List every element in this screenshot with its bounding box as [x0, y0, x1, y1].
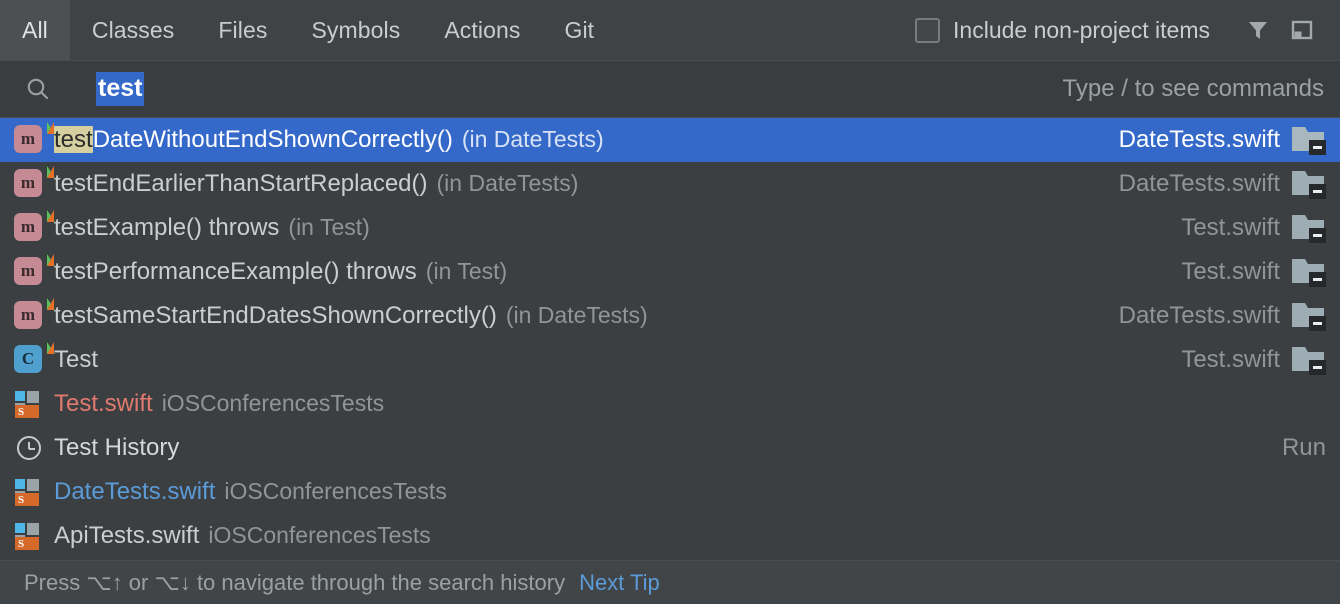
checkbox-box-icon[interactable]: [915, 18, 940, 43]
test-folder-icon: [1292, 257, 1326, 287]
history-row[interactable]: S DateTests.swift iOSConferencesTests: [0, 470, 1340, 514]
result-row-text: Test: [54, 346, 98, 374]
group-header-title: Test History: [54, 434, 179, 462]
swift-file-icon: S: [14, 389, 44, 419]
group-header-test-history: Test History Run: [0, 426, 1340, 470]
result-row-module: iOSConferencesTests: [162, 390, 384, 417]
result-row-title: testEndEarlierThanStartReplaced(): [54, 170, 428, 198]
method-icon: m: [14, 213, 44, 243]
result-row-file: DateTests.swift: [1119, 302, 1280, 330]
result-row-file: DateTests.swift: [1119, 126, 1280, 154]
results-list: m testDateWithoutEndShownCorrectly() (in…: [0, 118, 1340, 560]
history-row-text: ApiTests.swift iOSConferencesTests: [54, 522, 431, 550]
tab-classes-label: Classes: [92, 17, 175, 44]
result-row-location: DateTests.swift: [1101, 301, 1326, 331]
result-row-title: testPerformanceExample() throws: [54, 258, 417, 286]
header-controls: Include non-project items: [915, 0, 1340, 60]
result-row[interactable]: m testDateWithoutEndShownCorrectly() (in…: [0, 118, 1340, 162]
history-row-module: iOSConferencesTests: [224, 478, 446, 505]
swift-file-icon: S: [14, 521, 44, 551]
tab-git-label: Git: [564, 17, 594, 44]
result-row-title: Test: [54, 346, 98, 374]
tab-bar: All Classes Files Symbols Actions Git: [0, 0, 616, 60]
swift-file-icon: S: [14, 477, 44, 507]
history-row-title: ApiTests.swift: [54, 522, 199, 550]
tab-actions[interactable]: Actions: [422, 0, 542, 60]
result-row-file: Test.swift: [1181, 214, 1280, 242]
group-action-label: Run: [1282, 434, 1326, 462]
method-icon: m: [14, 301, 44, 331]
result-row-title: testDateWithoutEndShownCorrectly(): [54, 126, 453, 154]
group-header-action[interactable]: Run: [1264, 434, 1326, 462]
match-highlight: test: [54, 126, 93, 153]
test-folder-icon: [1292, 345, 1326, 375]
footer-hint-text: Press ⌥↑ or ⌥↓ to navigate through the s…: [24, 570, 565, 596]
history-row-text: DateTests.swift iOSConferencesTests: [54, 478, 447, 506]
tab-all[interactable]: All: [0, 0, 70, 60]
tab-git[interactable]: Git: [542, 0, 616, 60]
include-non-project-items-checkbox[interactable]: Include non-project items: [915, 17, 1210, 44]
test-folder-icon: [1292, 301, 1326, 331]
result-row-text: testPerformanceExample() throws (in Test…: [54, 258, 507, 286]
tab-all-label: All: [22, 17, 48, 44]
result-row[interactable]: m testSameStartEndDatesShownCorrectly() …: [0, 294, 1340, 338]
group-header-text: Test History: [54, 434, 179, 462]
tab-symbols-label: Symbols: [311, 17, 400, 44]
result-row-title: Test.swift: [54, 390, 153, 418]
result-row-location: Test.swift: [1163, 345, 1326, 375]
result-row[interactable]: S Test.swift iOSConferencesTests: [0, 382, 1340, 426]
result-row-text: testExample() throws (in Test): [54, 214, 370, 242]
result-row-title: testExample() throws: [54, 214, 279, 242]
preview-panel-icon[interactable]: [1280, 8, 1324, 52]
result-row-location: Test.swift: [1163, 257, 1326, 287]
result-row-file: DateTests.swift: [1119, 170, 1280, 198]
history-row-title: DateTests.swift: [54, 478, 215, 506]
method-icon: m: [14, 169, 44, 199]
result-row-suffix: (in Test): [426, 258, 507, 285]
clock-icon: [16, 435, 42, 461]
result-row-suffix: (in DateTests): [437, 170, 579, 197]
tab-actions-label: Actions: [444, 17, 520, 44]
result-row-title-rest: DateWithoutEndShownCorrectly(): [93, 126, 453, 153]
filter-funnel-icon[interactable]: [1236, 8, 1280, 52]
result-row[interactable]: m testEndEarlierThanStartReplaced() (in …: [0, 162, 1340, 206]
history-row[interactable]: S ApiTests.swift iOSConferencesTests: [0, 514, 1340, 558]
result-row-suffix: (in DateTests): [462, 126, 604, 153]
result-row-location: Test.swift: [1163, 213, 1326, 243]
result-row-text: testDateWithoutEndShownCorrectly() (in D…: [54, 126, 604, 154]
result-row-location: DateTests.swift: [1101, 125, 1326, 155]
search-everywhere-popup: All Classes Files Symbols Actions Git In…: [0, 0, 1340, 604]
method-icon: m: [14, 257, 44, 287]
method-icon: m: [14, 125, 44, 155]
result-row[interactable]: m testExample() throws (in Test) Test.sw…: [0, 206, 1340, 250]
next-tip-link[interactable]: Next Tip: [579, 570, 660, 596]
tab-classes[interactable]: Classes: [70, 0, 197, 60]
result-row-text: testEndEarlierThanStartReplaced() (in Da…: [54, 170, 578, 198]
result-row-text: testSameStartEndDatesShownCorrectly() (i…: [54, 302, 648, 330]
history-row-module: iOSConferencesTests: [208, 522, 430, 549]
tab-symbols[interactable]: Symbols: [289, 0, 422, 60]
test-folder-icon: [1292, 125, 1326, 155]
result-row-title: testSameStartEndDatesShownCorrectly(): [54, 302, 497, 330]
result-row-text: Test.swift iOSConferencesTests: [54, 390, 384, 418]
result-row-suffix: (in Test): [288, 214, 369, 241]
search-icon: [24, 75, 58, 103]
result-row-location: DateTests.swift: [1101, 169, 1326, 199]
result-row-file: Test.swift: [1181, 346, 1280, 374]
popup-header: All Classes Files Symbols Actions Git In…: [0, 0, 1340, 60]
popup-footer: Press ⌥↑ or ⌥↓ to navigate through the s…: [0, 560, 1340, 604]
test-folder-icon: [1292, 213, 1326, 243]
tab-files-label: Files: [218, 17, 267, 44]
result-row[interactable]: m testPerformanceExample() throws (in Te…: [0, 250, 1340, 294]
search-input[interactable]: test: [96, 72, 144, 105]
result-row[interactable]: C Test Test.swift: [0, 338, 1340, 382]
result-row-file: Test.swift: [1181, 258, 1280, 286]
class-icon: C: [14, 345, 44, 375]
search-bar[interactable]: test Type / to see commands: [0, 60, 1340, 118]
search-commands-hint: Type / to see commands: [1063, 75, 1324, 103]
result-row-suffix: (in DateTests): [506, 302, 648, 329]
tab-files[interactable]: Files: [196, 0, 289, 60]
include-non-project-items-label: Include non-project items: [953, 17, 1210, 44]
test-folder-icon: [1292, 169, 1326, 199]
